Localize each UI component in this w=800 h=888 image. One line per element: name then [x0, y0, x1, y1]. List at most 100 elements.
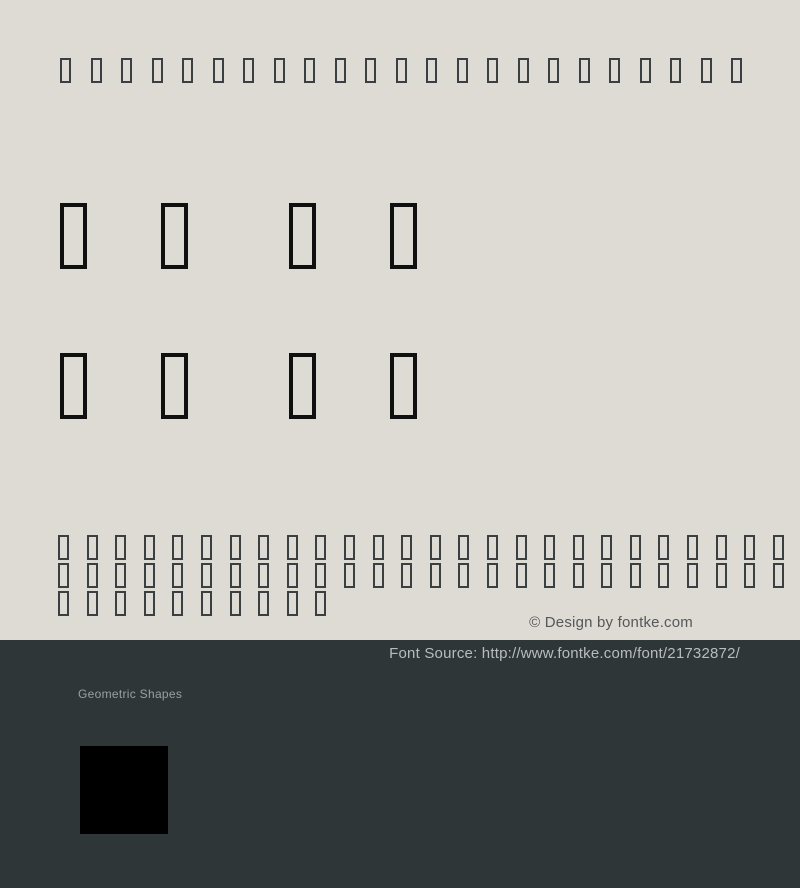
missing-glyph-box [286, 534, 316, 560]
design-credit: © Design by fontke.com [529, 614, 693, 631]
missing-glyph-box [429, 562, 459, 588]
missing-glyph-box [304, 57, 335, 83]
missing-glyph-box [517, 57, 549, 83]
missing-glyph-box [572, 562, 602, 588]
missing-glyph-box [121, 57, 152, 83]
missing-glyph-box [458, 562, 487, 588]
missing-glyph-box [572, 534, 602, 560]
missing-glyph-box [456, 57, 488, 83]
missing-glyph-box [365, 57, 396, 83]
missing-glyph-box [700, 57, 732, 83]
missing-glyph-box [86, 534, 116, 560]
missing-glyph-box [458, 534, 487, 560]
missing-glyph-box [670, 57, 701, 83]
missing-glyph-box [639, 57, 671, 83]
glyph-spacer [215, 353, 289, 419]
missing-glyph-box [744, 562, 773, 588]
missing-glyph-box [115, 590, 144, 616]
large-glyph-row-1 [60, 198, 417, 274]
header-glyph-strip [60, 52, 742, 88]
missing-glyph-box [426, 57, 457, 83]
missing-glyph-box [315, 534, 344, 560]
glyph-spacer [215, 203, 289, 269]
missing-glyph-box [58, 590, 87, 616]
missing-glyph-box [715, 534, 745, 560]
missing-glyph-box [273, 57, 305, 83]
missing-glyph-box [229, 534, 259, 560]
missing-glyph-box [315, 562, 344, 588]
missing-glyph-box [772, 562, 800, 588]
missing-glyph-box [60, 57, 91, 83]
missing-glyph-box [200, 590, 230, 616]
missing-glyph-box [658, 534, 687, 560]
missing-glyph-box [601, 534, 630, 560]
glyph-spacer [87, 353, 161, 419]
missing-glyph-box-large [289, 353, 316, 419]
missing-glyph-box [243, 57, 274, 83]
missing-glyph-box-large [289, 203, 316, 269]
missing-glyph-box [86, 562, 116, 588]
missing-glyph-box [143, 534, 173, 560]
missing-glyph-box [258, 590, 287, 616]
missing-glyph-box [372, 534, 402, 560]
missing-glyph-box-large [60, 353, 87, 419]
missing-glyph-box-large [390, 353, 417, 419]
font-source-link[interactable]: Font Source: http://www.fontke.com/font/… [389, 645, 740, 662]
missing-glyph-box [286, 590, 316, 616]
missing-glyph-box [143, 590, 173, 616]
glyph-gap [188, 203, 215, 269]
missing-glyph-box [731, 57, 762, 83]
unicode-block-label: Geometric Shapes [78, 687, 183, 701]
missing-glyph-box-large [390, 203, 417, 269]
missing-glyph-box [772, 534, 800, 560]
missing-glyph-box [429, 534, 459, 560]
missing-glyph-box [515, 534, 545, 560]
black-square-glyph [80, 746, 168, 834]
missing-glyph-box [315, 590, 344, 616]
missing-glyph-box [212, 57, 244, 83]
missing-glyph-box [658, 562, 687, 588]
missing-glyph-box [601, 562, 630, 588]
missing-glyph-box [86, 590, 116, 616]
missing-glyph-box [172, 534, 201, 560]
missing-glyph-box [58, 534, 87, 560]
missing-glyph-box [229, 590, 259, 616]
missing-glyph-box [58, 562, 87, 588]
grid-glyph-row-2 [58, 562, 800, 588]
missing-glyph-box [515, 562, 545, 588]
glyph-gap [188, 353, 215, 419]
missing-glyph-box [744, 534, 773, 560]
grid-glyph-row-3 [58, 590, 344, 616]
missing-glyph-box [687, 534, 716, 560]
missing-glyph-box [548, 57, 579, 83]
missing-glyph-box [395, 57, 427, 83]
missing-glyph-box [200, 562, 230, 588]
missing-glyph-box [343, 534, 373, 560]
missing-glyph-box [151, 57, 183, 83]
missing-glyph-box [172, 590, 201, 616]
missing-glyph-box [578, 57, 610, 83]
glyph-spacer [316, 353, 390, 419]
missing-glyph-box [372, 562, 402, 588]
glyph-spacer [87, 203, 161, 269]
missing-glyph-box [544, 562, 573, 588]
missing-glyph-box [334, 57, 366, 83]
missing-glyph-box [115, 534, 144, 560]
missing-glyph-box [258, 562, 287, 588]
missing-glyph-box [629, 562, 659, 588]
glyph-spacer [316, 203, 390, 269]
missing-glyph-box [401, 562, 430, 588]
missing-glyph-box-large [161, 353, 188, 419]
missing-glyph-box [286, 562, 316, 588]
missing-glyph-box [229, 562, 259, 588]
font-specimen-page: © Design by fontke.com Font Source: http… [0, 0, 800, 888]
missing-glyph-box [143, 562, 173, 588]
missing-glyph-box [200, 534, 230, 560]
missing-glyph-box [687, 562, 716, 588]
missing-glyph-box [629, 534, 659, 560]
missing-glyph-box-large [60, 203, 87, 269]
missing-glyph-box [715, 562, 745, 588]
missing-glyph-box [486, 562, 516, 588]
missing-glyph-box [609, 57, 640, 83]
grid-glyph-row-1 [58, 534, 800, 560]
